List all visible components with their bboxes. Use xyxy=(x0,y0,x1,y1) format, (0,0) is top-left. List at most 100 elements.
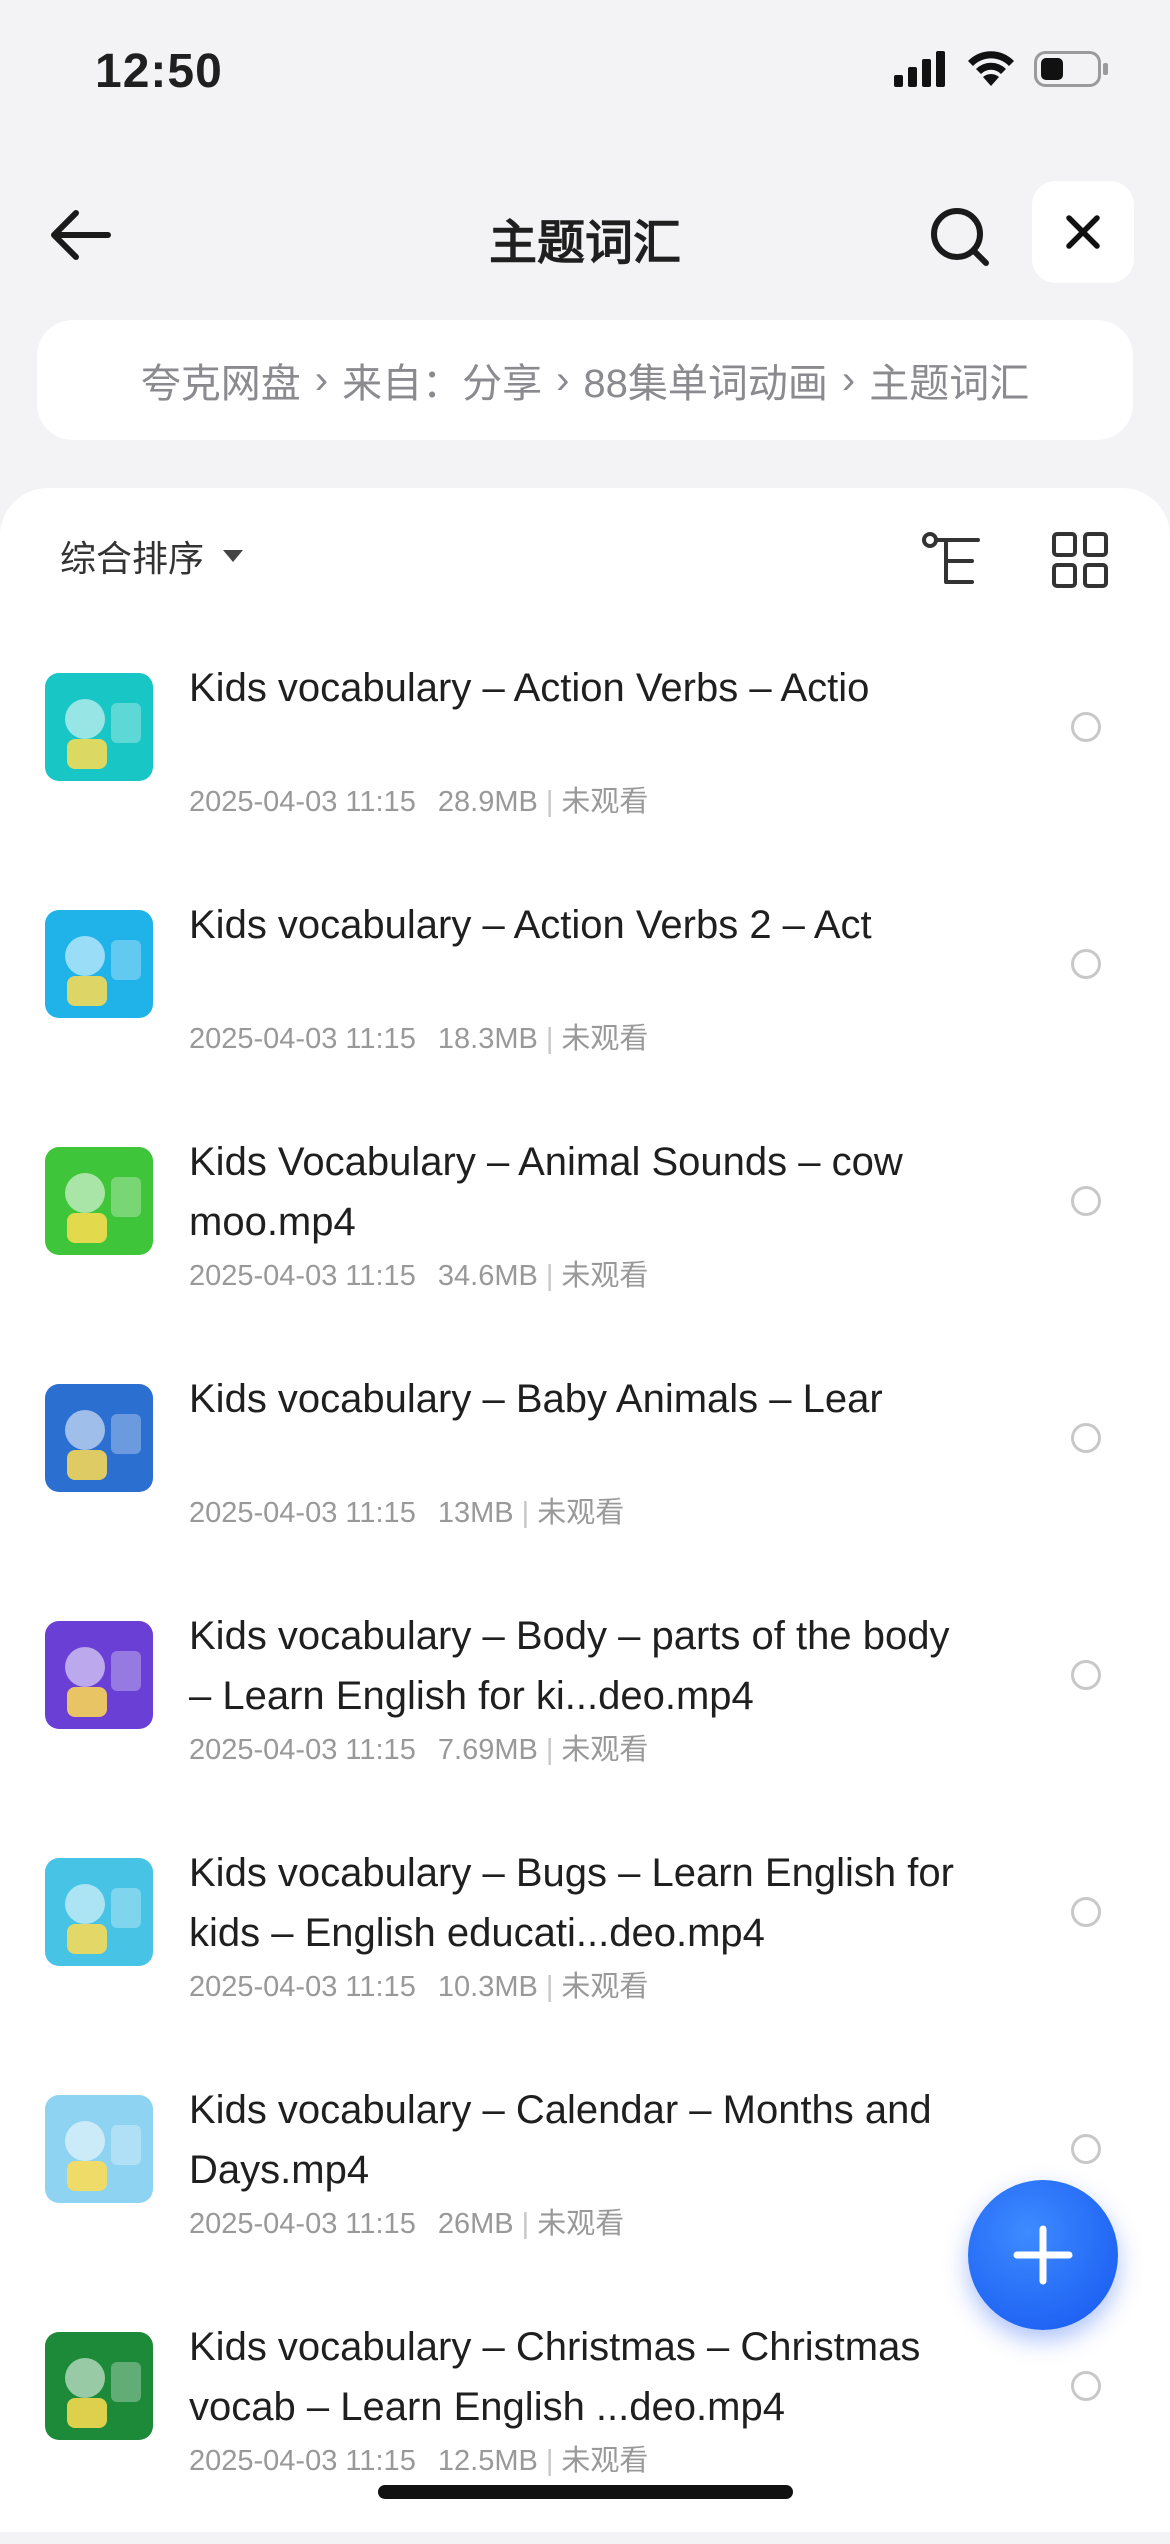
select-radio[interactable] xyxy=(1071,949,1101,979)
select-radio[interactable] xyxy=(1071,1186,1101,1216)
file-row[interactable]: Kids vocabulary – Action Verbs 2 – Act 2… xyxy=(0,885,1170,1122)
video-thumbnail-art xyxy=(45,1621,153,1729)
file-date: 2025-04-03 11:15 xyxy=(189,2208,416,2240)
video-thumbnail-art xyxy=(45,1384,153,1492)
file-row[interactable]: Kids vocabulary – Christmas – Christmas … xyxy=(0,2307,1170,2544)
cellular-signal-icon xyxy=(894,51,945,87)
chevron-right-icon: › xyxy=(841,357,856,402)
chevron-right-icon: › xyxy=(314,357,329,402)
file-date: 2025-04-03 11:15 xyxy=(189,1497,416,1529)
file-row[interactable]: Kids vocabulary – Body – parts of the bo… xyxy=(0,1596,1170,1833)
battery-icon xyxy=(1034,51,1108,87)
file-date: 2025-04-03 11:15 xyxy=(189,1260,416,1292)
breadcrumb-item-current: 主题词汇 xyxy=(869,362,1030,406)
file-size: 26MB xyxy=(437,2208,514,2240)
add-button[interactable] xyxy=(968,2180,1118,2330)
meta-divider: | xyxy=(545,2445,554,2477)
status-bar: 12:50 xyxy=(0,0,1170,150)
tree-structure-icon xyxy=(922,532,980,584)
watch-status: 未观看 xyxy=(561,1734,649,1766)
watch-status: 未观看 xyxy=(561,2445,649,2477)
breadcrumb-item-shared[interactable]: 来自：分享 xyxy=(342,351,542,409)
video-thumbnail-art xyxy=(45,910,153,1018)
watch-status: 未观看 xyxy=(537,2208,625,2240)
breadcrumb-item-folder[interactable]: 88集单词动画 xyxy=(583,351,828,409)
file-date: 2025-04-03 11:15 xyxy=(189,1023,416,1055)
video-thumbnail xyxy=(45,1858,153,1966)
list-toolbar: 综合排序 xyxy=(0,488,1170,628)
breadcrumb: 夸克网盘 › 来自：分享 › 88集单词动画 › 主题词汇 xyxy=(37,320,1133,440)
status-icons xyxy=(894,50,1110,88)
file-row[interactable]: Kids vocabulary – Baby Animals – Lear 20… xyxy=(0,1359,1170,1596)
video-thumbnail-art xyxy=(45,673,153,781)
file-meta: 2025-04-03 11:15 28.9MB | 未观看 xyxy=(189,778,648,820)
breadcrumb-item-quark-drive[interactable]: 夸克网盘 xyxy=(141,351,301,409)
meta-divider: | xyxy=(521,2208,530,2240)
video-thumbnail-art xyxy=(45,2332,153,2440)
watch-status: 未观看 xyxy=(561,1023,649,1055)
plus-icon xyxy=(1013,2225,1073,2285)
file-row[interactable]: Kids vocabulary – Action Verbs – Actio 2… xyxy=(0,648,1170,885)
file-row[interactable]: Kids vocabulary – Bugs – Learn English f… xyxy=(0,1833,1170,2070)
select-radio[interactable] xyxy=(1071,1897,1101,1927)
select-radio[interactable] xyxy=(1071,1423,1101,1453)
grid-icon xyxy=(1052,532,1108,588)
meta-divider: | xyxy=(545,1971,554,2003)
file-meta: 2025-04-03 11:15 13MB | 未观看 xyxy=(189,1489,624,1531)
search-icon xyxy=(931,208,989,266)
file-row[interactable]: Kids Vocabulary – Animal Sounds – cow mo… xyxy=(0,1122,1170,1359)
meta-divider: | xyxy=(545,1260,554,1292)
grid-view-button[interactable] xyxy=(1050,530,1110,590)
sort-dropdown[interactable]: 综合排序 xyxy=(60,530,244,582)
file-meta: 2025-04-03 11:15 26MB | 未观看 xyxy=(189,2200,624,2242)
meta-divider: | xyxy=(545,1734,554,1766)
file-size: 28.9MB xyxy=(437,786,538,818)
file-name: Kids vocabulary – Christmas – Christmas … xyxy=(189,2325,921,2429)
file-size: 18.3MB xyxy=(437,1023,538,1055)
file-date: 2025-04-03 11:15 xyxy=(189,2445,416,2477)
status-time: 12:50 xyxy=(95,45,223,98)
home-indicator xyxy=(378,2485,793,2499)
select-radio[interactable] xyxy=(1071,1660,1101,1690)
video-thumbnail xyxy=(45,1147,153,1255)
file-size: 10.3MB xyxy=(437,1971,538,2003)
watch-status: 未观看 xyxy=(561,1971,649,2003)
watch-status: 未观看 xyxy=(561,1260,649,1292)
video-thumbnail-art xyxy=(45,1858,153,1966)
meta-divider: | xyxy=(545,1023,554,1055)
close-button[interactable] xyxy=(1032,181,1134,283)
video-thumbnail xyxy=(45,1384,153,1492)
tree-view-button[interactable] xyxy=(920,528,984,592)
file-meta: 2025-04-03 11:15 12.5MB | 未观看 xyxy=(189,2437,648,2479)
select-radio[interactable] xyxy=(1071,712,1101,742)
video-thumbnail xyxy=(45,910,153,1018)
file-meta: 2025-04-03 11:15 18.3MB | 未观看 xyxy=(189,1015,648,1057)
file-date: 2025-04-03 11:15 xyxy=(189,1734,416,1766)
video-thumbnail xyxy=(45,2095,153,2203)
file-date: 2025-04-03 11:15 xyxy=(189,786,416,818)
select-radio[interactable] xyxy=(1071,2134,1101,2164)
wifi-icon xyxy=(968,51,1014,86)
file-size: 12.5MB xyxy=(437,2445,538,2477)
video-thumbnail-art xyxy=(45,1147,153,1255)
video-thumbnail xyxy=(45,1621,153,1729)
file-name: Kids vocabulary – Calendar – Months and … xyxy=(189,2088,932,2192)
chevron-right-icon: › xyxy=(556,357,570,402)
file-meta: 2025-04-03 11:15 7.69MB | 未观看 xyxy=(189,1726,648,1768)
video-thumbnail xyxy=(45,2332,153,2440)
search-button[interactable] xyxy=(920,197,1000,277)
file-size: 13MB xyxy=(437,1497,514,1529)
file-meta: 2025-04-03 11:15 34.6MB | 未观看 xyxy=(189,1252,648,1294)
file-name: Kids vocabulary – Bugs – Learn English f… xyxy=(189,1851,954,1955)
watch-status: 未观看 xyxy=(537,1497,625,1529)
meta-divider: | xyxy=(545,786,554,818)
file-date: 2025-04-03 11:15 xyxy=(189,1971,416,2003)
meta-divider: | xyxy=(521,1497,530,1529)
file-name: Kids vocabulary – Baby Animals – Lear xyxy=(189,1377,883,1421)
select-radio[interactable] xyxy=(1071,2371,1101,2401)
watch-status: 未观看 xyxy=(561,786,649,818)
caret-down-icon xyxy=(223,550,244,562)
file-name: Kids vocabulary – Action Verbs – Actio xyxy=(189,666,870,710)
file-name: Kids vocabulary – Body – parts of the bo… xyxy=(189,1614,950,1718)
video-thumbnail xyxy=(45,673,153,781)
